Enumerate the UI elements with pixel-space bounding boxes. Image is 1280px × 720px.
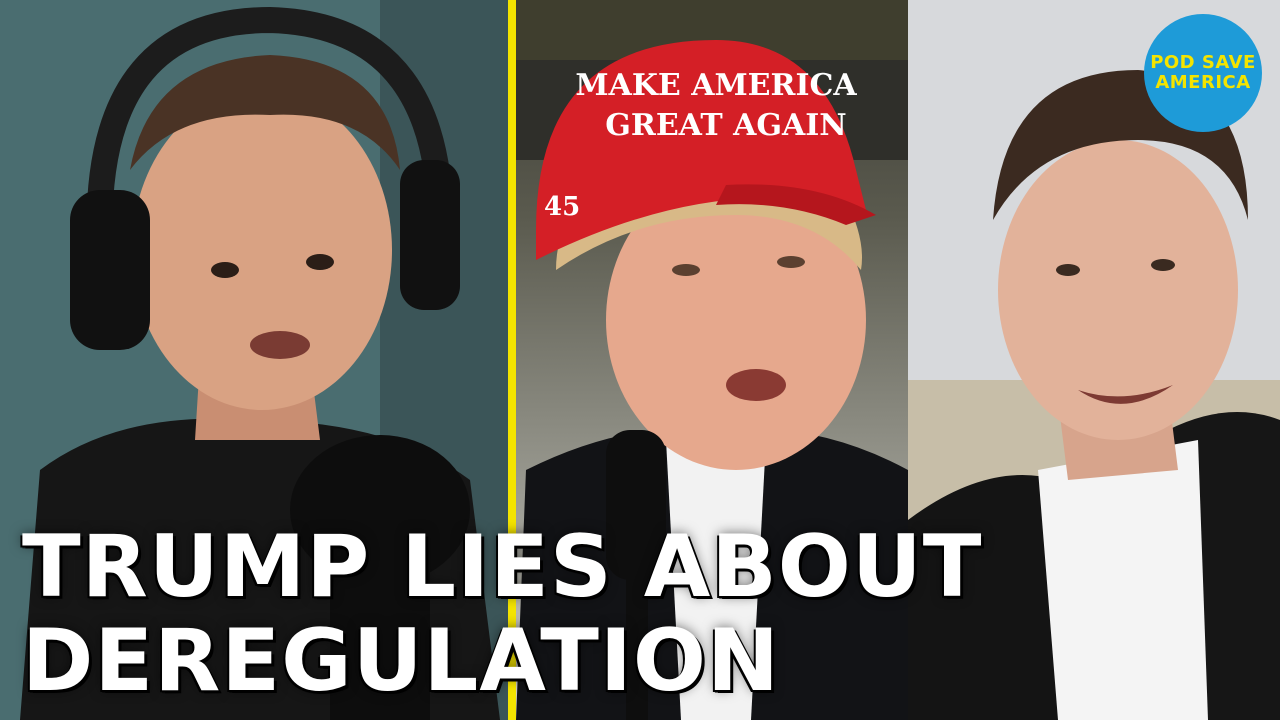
headline-line1: TRUMP LIES ABOUT <box>22 517 983 617</box>
hat-text-line1: MAKE AMERICA <box>575 68 857 103</box>
logo-line1: POD SAVE <box>1150 52 1256 73</box>
logo-line2: AMERICA <box>1155 72 1251 93</box>
hat-side-number: 45 <box>544 192 580 222</box>
video-thumbnail[interactable]: MAKE AMERICA GREAT AGAIN 45 POD SAVE AME… <box>0 0 1280 720</box>
thumbnail-headline: TRUMP LIES ABOUT DEREGULATION <box>22 520 982 708</box>
headline-line2: DEREGULATION <box>22 611 780 711</box>
pod-save-america-logo: POD SAVE AMERICA <box>1144 14 1262 132</box>
hat-text-line2: GREAT AGAIN <box>605 108 846 143</box>
